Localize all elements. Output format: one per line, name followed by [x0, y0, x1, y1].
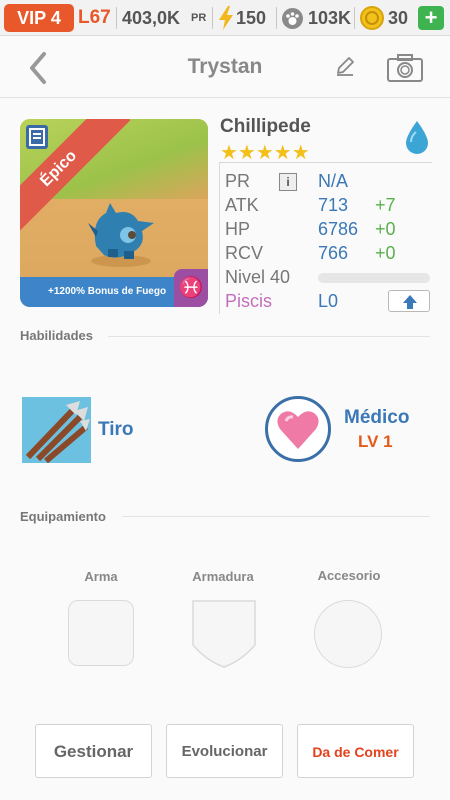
energy-value: 150	[236, 8, 267, 28]
stat-value-rcv: 766	[318, 243, 349, 263]
player-level: L67	[78, 7, 111, 28]
exp-progress-bar	[318, 273, 430, 283]
vip-badge[interactable]: VIP 4	[4, 4, 74, 32]
add-coins-button[interactable]: +	[418, 6, 444, 30]
skills-section-title: Habilidades	[20, 328, 93, 343]
stat-value-atk: 713	[318, 195, 349, 215]
coins-value: 30	[388, 8, 409, 28]
paw-icon	[282, 8, 303, 29]
accessory-slot[interactable]	[314, 600, 382, 668]
header: Trystan	[0, 37, 450, 98]
feed-button[interactable]: Da de Comer	[297, 724, 414, 778]
power-unit: PR	[191, 12, 207, 24]
divider	[276, 7, 277, 29]
stat-label-atk: ATK	[225, 195, 259, 215]
divider	[354, 7, 355, 29]
sign-level: L0	[318, 291, 339, 311]
stat-value-pr: N/A	[318, 171, 349, 191]
monster-detail-screen: VIP 4 L67 403,0K PR 150 103K 30 + Trysta…	[0, 0, 450, 800]
skill-name-medico: Médico	[344, 407, 410, 428]
slot-label-armadura: Armadura	[192, 569, 254, 584]
status-bar: VIP 4 L67 403,0K PR 150 103K 30 +	[0, 0, 450, 36]
arrows-skill-icon[interactable]	[22, 397, 91, 464]
weapon-slot[interactable]	[68, 600, 134, 666]
stat-value-hp: 6786	[318, 219, 359, 239]
slot-label-accesorio: Accesorio	[317, 568, 381, 583]
edit-pencil-icon[interactable]	[334, 55, 356, 77]
stat-bonus-hp: +0	[375, 219, 396, 239]
arrow-up-icon	[403, 295, 417, 309]
slot-label-arma: Arma	[84, 569, 118, 584]
stat-bonus-rcv: +0	[375, 243, 396, 263]
sign-label: Piscis	[225, 291, 273, 311]
water-drop-icon	[406, 121, 428, 154]
coin-icon	[360, 6, 384, 30]
stat-label-hp: HP	[225, 219, 251, 239]
equipment-section-title: Equipamiento	[20, 509, 106, 524]
pisces-icon: ♓	[178, 277, 204, 299]
level-label: Nivel 40	[225, 267, 291, 287]
zodiac-badge: ♓	[174, 269, 208, 307]
armor-slot[interactable]	[191, 599, 257, 669]
camera-icon[interactable]	[386, 53, 424, 83]
page-title: Trystan	[187, 55, 263, 78]
heart-skill-icon[interactable]	[265, 396, 331, 462]
power-value: 403,0K	[122, 8, 181, 28]
skill-name-tiro: Tiro	[98, 419, 134, 440]
divider	[122, 516, 430, 517]
skill-level: LV 1	[358, 432, 393, 451]
paw-currency-value: 103K	[308, 8, 352, 28]
divider	[212, 7, 213, 29]
manage-button[interactable]: Gestionar	[35, 724, 152, 778]
monster-card[interactable]: Épico +1200% Bonus de Fuego ♓	[20, 119, 208, 307]
bolt-icon	[219, 6, 233, 30]
stat-label-rcv: RCV	[225, 243, 264, 263]
evolve-button[interactable]: Evolucionar	[166, 724, 283, 778]
sign-upgrade-button[interactable]	[388, 290, 430, 312]
monster-name: Chillipede	[220, 116, 311, 137]
monster-sprite-icon	[88, 203, 154, 267]
divider	[108, 336, 430, 337]
element-badge-icon	[26, 125, 48, 149]
info-button[interactable]: i	[279, 173, 297, 191]
stat-label-pr: PR	[225, 171, 251, 191]
stat-bonus-atk: +7	[375, 195, 396, 215]
divider	[116, 7, 117, 29]
